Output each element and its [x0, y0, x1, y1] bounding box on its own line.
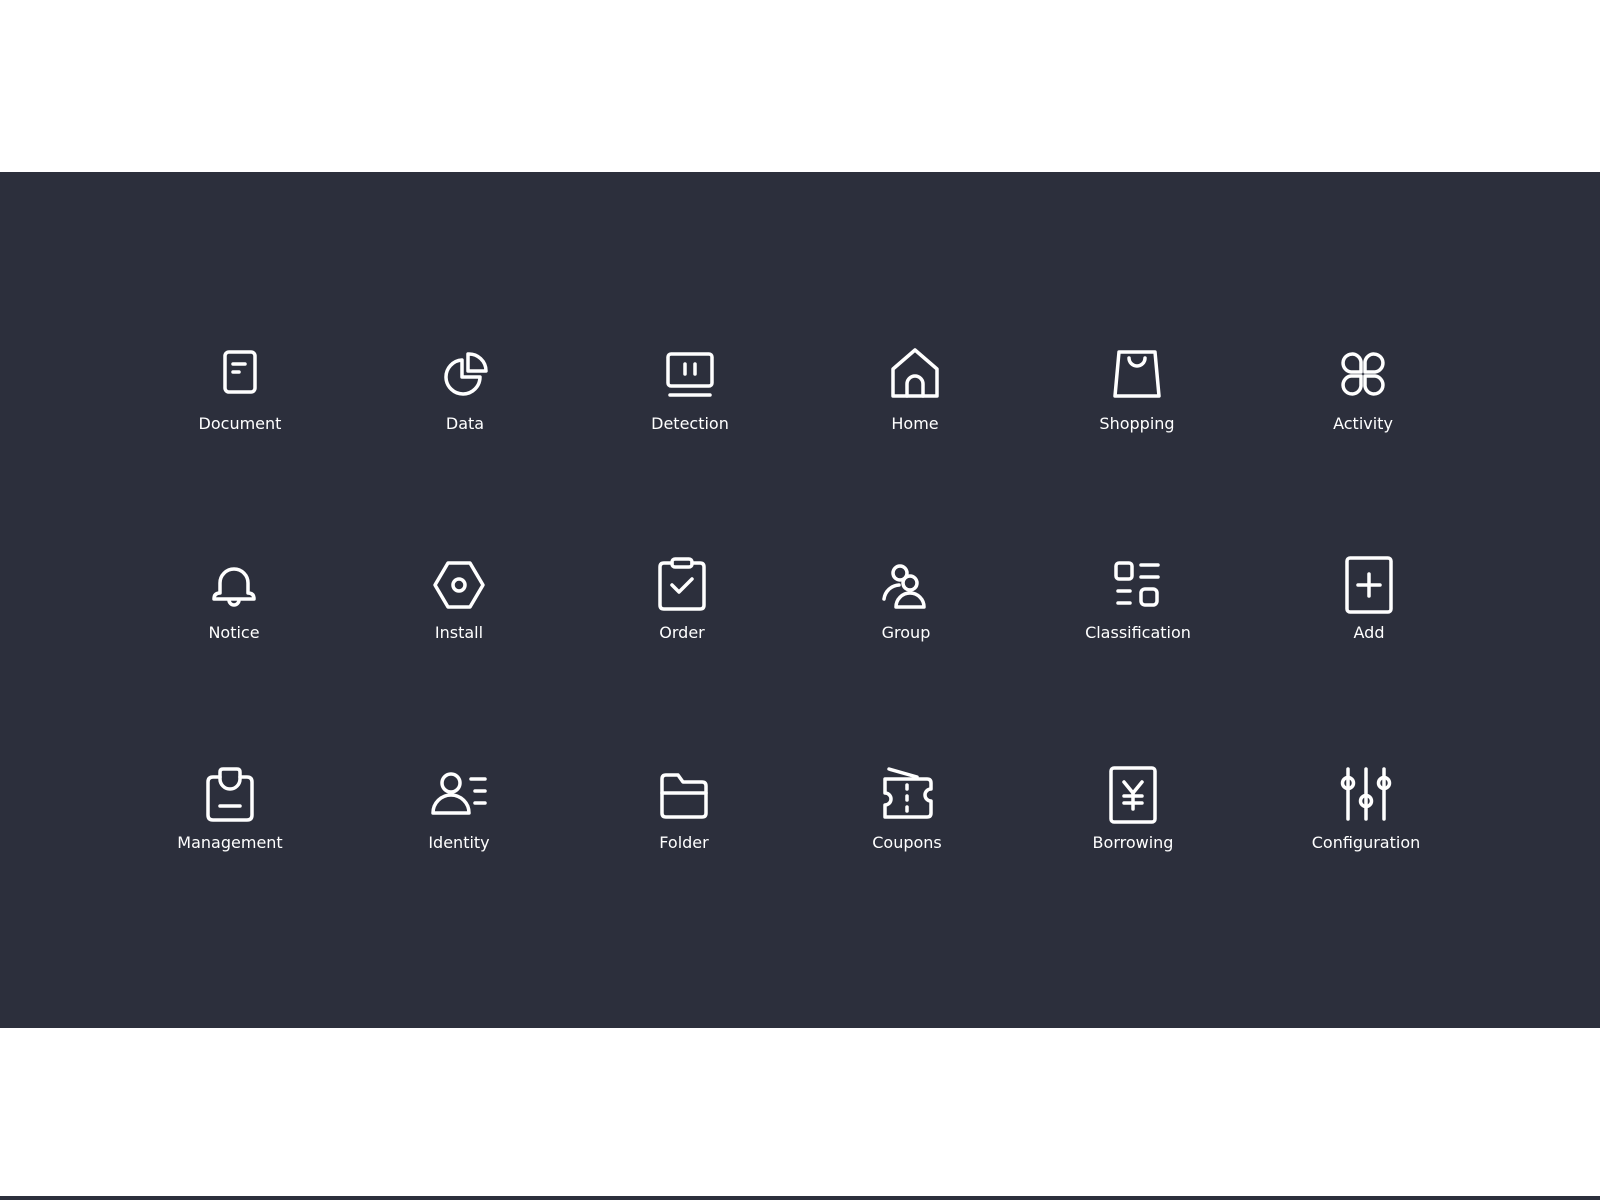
icon-label: Identity: [428, 833, 490, 852]
icon-label: Home: [891, 414, 939, 433]
pie-chart-icon: [444, 352, 488, 396]
icon-label: Coupons: [872, 833, 942, 852]
clover-icon: [1341, 352, 1385, 396]
document-icon: [223, 350, 257, 394]
icon-label: Detection: [651, 414, 729, 433]
icon-tile-install[interactable]: Install: [359, 555, 559, 665]
category-list-icon: [1114, 561, 1160, 607]
icon-tile-detection[interactable]: Detection: [590, 346, 790, 456]
icon-label: Shopping: [1099, 414, 1175, 433]
icon-tile-document[interactable]: Document: [140, 346, 340, 456]
icon-label: Add: [1353, 623, 1385, 642]
icon-tile-data[interactable]: Data: [365, 346, 565, 456]
icon-label: Data: [445, 414, 485, 433]
icon-label: Order: [659, 623, 705, 642]
icon-tile-order[interactable]: Order: [582, 555, 782, 665]
ticket-icon: [883, 767, 933, 819]
plus-square-icon: [1345, 556, 1393, 614]
clipboard-check-icon: [658, 557, 706, 611]
icon-label: Notice: [208, 623, 260, 642]
icon-tile-group[interactable]: Group: [806, 555, 1006, 665]
home-icon: [891, 348, 939, 398]
icon-label: Management: [177, 833, 283, 852]
icon-tile-borrowing[interactable]: Borrowing: [1033, 765, 1233, 875]
icon-tile-activity[interactable]: Activity: [1263, 346, 1463, 456]
icon-tile-notice[interactable]: Notice: [134, 555, 334, 665]
icon-label: Document: [198, 414, 282, 433]
inbox-tray-icon: [206, 767, 254, 822]
icon-tile-classification[interactable]: Classification: [1038, 555, 1238, 665]
user-card-icon: [431, 772, 487, 815]
icon-tile-add[interactable]: Add: [1269, 555, 1469, 665]
sliders-icon: [1340, 767, 1392, 821]
shopping-bag-icon: [1113, 350, 1161, 398]
icon-tile-management[interactable]: Management: [130, 765, 330, 875]
icon-tile-home[interactable]: Home: [815, 346, 1015, 456]
icon-label: Install: [434, 623, 484, 642]
icon-tile-coupons[interactable]: Coupons: [807, 765, 1007, 875]
icon-label: Activity: [1333, 414, 1393, 433]
bell-icon: [212, 567, 256, 607]
icon-label: Configuration: [1311, 833, 1421, 852]
page: Document Data Detection Home Shopping Ac…: [0, 0, 1600, 1200]
monitor-icon: [666, 352, 714, 397]
icon-tile-configuration[interactable]: Configuration: [1266, 765, 1466, 875]
folder-icon: [660, 773, 708, 819]
bottom-divider: [0, 1196, 1600, 1200]
icon-panel: Document Data Detection Home Shopping Ac…: [0, 172, 1600, 1028]
icon-tile-folder[interactable]: Folder: [584, 765, 784, 875]
icon-label: Folder: [659, 833, 709, 852]
icon-tile-identity[interactable]: Identity: [359, 765, 559, 875]
icon-label: Classification: [1085, 623, 1191, 642]
icon-tile-shopping[interactable]: Shopping: [1037, 346, 1237, 456]
icon-label: Borrowing: [1092, 833, 1174, 852]
yen-receipt-icon: [1109, 766, 1157, 824]
users-icon: [882, 564, 926, 609]
icon-label: Group: [881, 623, 931, 642]
hex-nut-icon: [433, 561, 485, 609]
